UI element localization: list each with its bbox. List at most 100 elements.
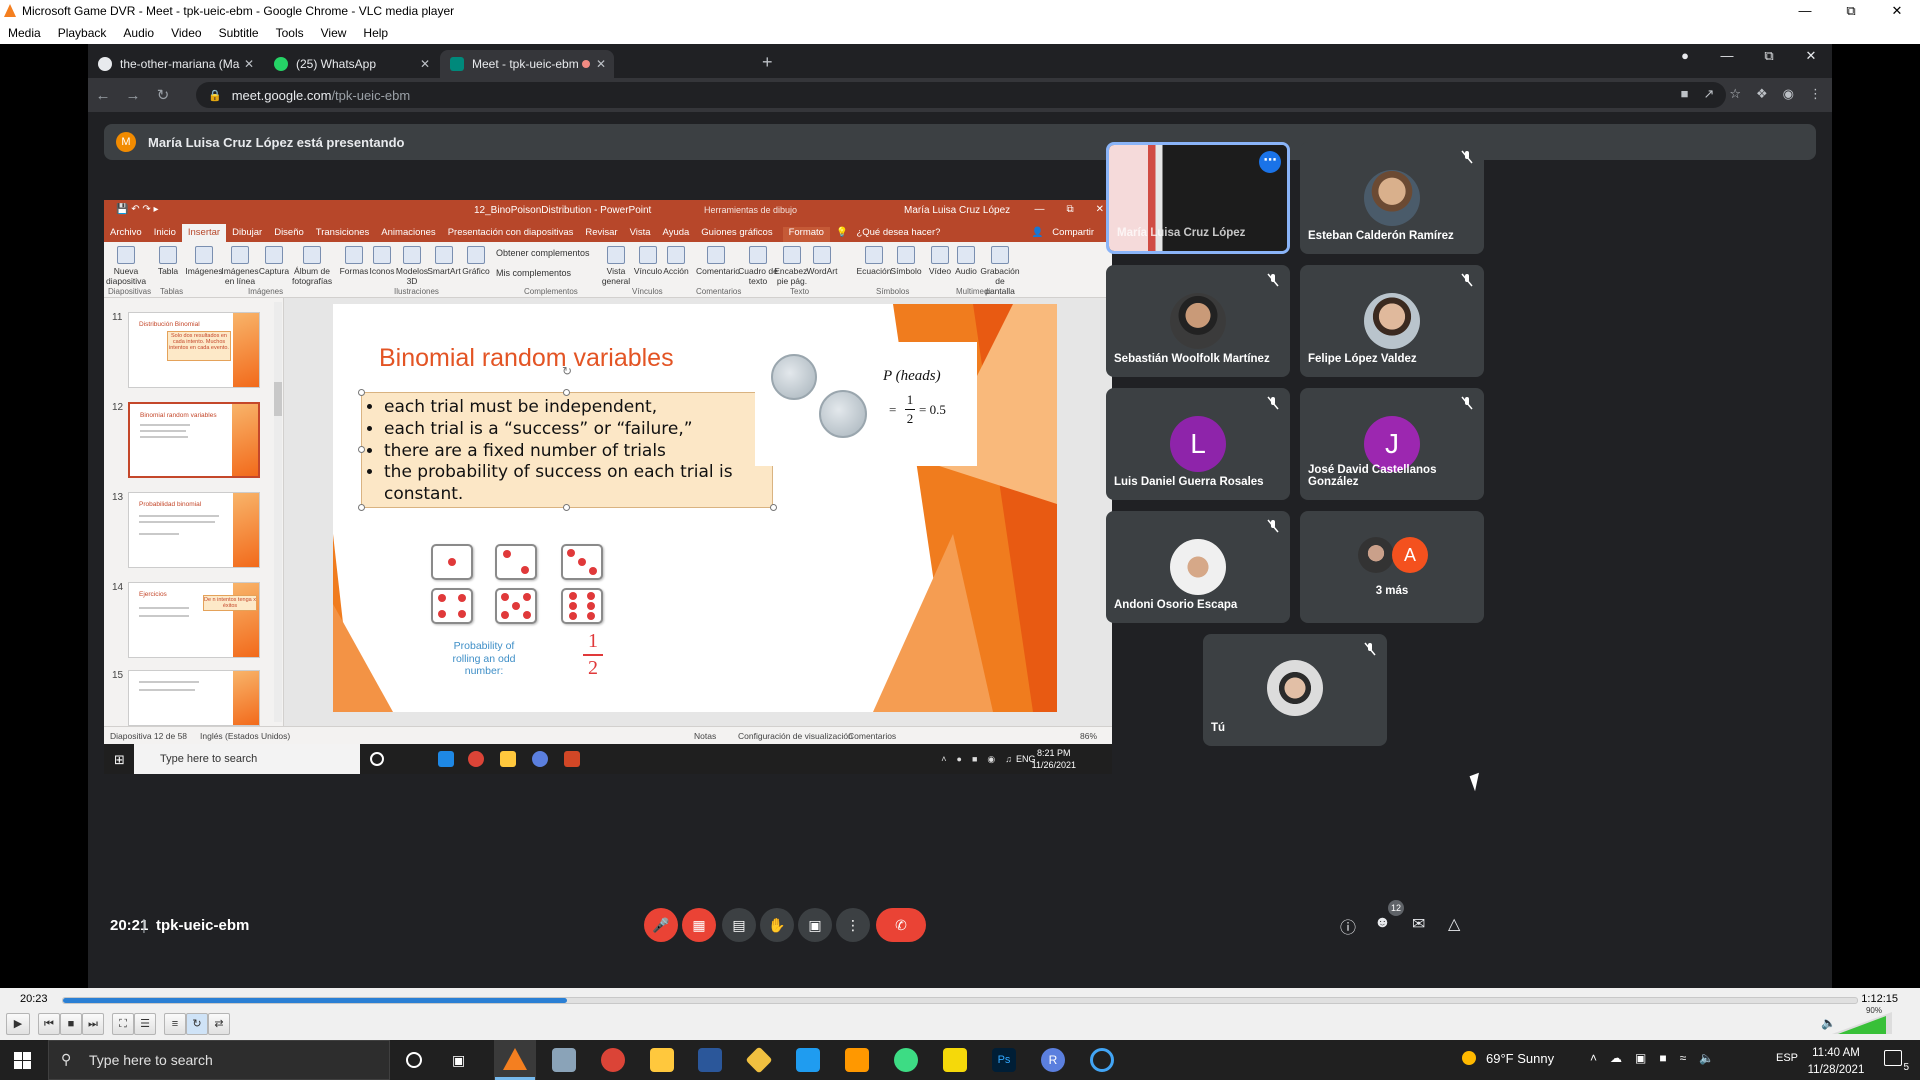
menu-icon[interactable]: ⋮ bbox=[1809, 86, 1822, 102]
file-explorer-icon[interactable] bbox=[650, 1048, 674, 1072]
powershell-icon[interactable] bbox=[698, 1048, 722, 1072]
more-options-icon[interactable]: ⋯ bbox=[1259, 151, 1281, 173]
raise-hand-button[interactable]: ✋ bbox=[760, 908, 794, 942]
system-tray-icons[interactable]: ˄☁▣■≈🔈 bbox=[1590, 1051, 1727, 1065]
ribbon-images[interactable]: Imágenes bbox=[184, 246, 224, 276]
slide-thumbnail-15[interactable] bbox=[128, 670, 260, 726]
ribbon-action[interactable]: Acción bbox=[656, 246, 696, 276]
close-icon[interactable]: ✕ bbox=[1790, 48, 1832, 64]
resize-handle[interactable] bbox=[358, 504, 365, 511]
slide-thumbnail-11[interactable]: Distribución Binomial Solo dos resultado… bbox=[128, 312, 260, 388]
ribbon-new-slide[interactable]: Nueva diapositiva bbox=[106, 246, 146, 286]
start-button[interactable] bbox=[14, 1052, 31, 1069]
share-icon[interactable]: ↗ bbox=[1703, 86, 1714, 102]
new-tab-icon[interactable]: + bbox=[762, 52, 773, 73]
taskbar-clock[interactable]: 11:40 AM 11/28/2021 bbox=[1806, 1045, 1866, 1080]
pp-tab-presentacion[interactable]: Presentación con diapositivas bbox=[442, 227, 580, 242]
fullscreen-button[interactable]: ⛶ bbox=[112, 1013, 134, 1035]
ribbon-my-addins[interactable]: Mis complementos bbox=[496, 268, 571, 278]
notification-center-icon[interactable]: 5 bbox=[1884, 1050, 1909, 1073]
next-button[interactable]: ⏭ bbox=[82, 1013, 104, 1035]
app-green-icon[interactable] bbox=[894, 1048, 918, 1072]
app-r-icon[interactable]: R bbox=[1041, 1048, 1065, 1072]
close-tab-icon[interactable]: ✕ bbox=[244, 57, 254, 71]
tab-search-icon[interactable]: ● bbox=[1664, 48, 1706, 64]
previous-button[interactable]: ⏮ bbox=[38, 1013, 60, 1035]
cortana-icon[interactable] bbox=[406, 1052, 422, 1068]
restore-icon[interactable]: ⧉ bbox=[1828, 0, 1874, 22]
menu-help[interactable]: Help bbox=[355, 26, 397, 40]
stop-button[interactable]: ■ bbox=[60, 1013, 82, 1035]
slide-thumbnail-13[interactable]: Probabilidad binomial bbox=[128, 492, 260, 568]
resize-handle[interactable] bbox=[770, 504, 777, 511]
app-yellow-icon[interactable] bbox=[943, 1048, 967, 1072]
extensions-icon[interactable]: ❖ bbox=[1756, 86, 1768, 102]
git-icon[interactable] bbox=[745, 1046, 773, 1074]
forward-icon[interactable]: → bbox=[118, 87, 148, 104]
pp-tab-insertar[interactable]: Insertar bbox=[181, 224, 227, 242]
participant-tile[interactable]: ⋯ María Luisa Cruz López bbox=[1106, 142, 1290, 254]
resize-handle[interactable] bbox=[563, 389, 570, 396]
menu-audio[interactable]: Audio bbox=[115, 26, 163, 40]
playlist-button[interactable]: ≡ bbox=[164, 1013, 186, 1035]
pp-tab-transiciones[interactable]: Transiciones bbox=[310, 227, 376, 242]
weather-widget[interactable]: 69°F Sunny bbox=[1462, 1051, 1554, 1066]
resize-handle[interactable] bbox=[358, 446, 365, 453]
participant-tile[interactable]: Sebastián Woolfolk Martínez bbox=[1106, 265, 1290, 377]
sublime-icon[interactable] bbox=[845, 1048, 869, 1072]
info-icon[interactable]: ⓘ bbox=[1340, 914, 1356, 938]
task-view-icon[interactable]: ▣ bbox=[452, 1052, 465, 1069]
slide-thumbnail-14[interactable]: Ejercicios De n intentos tenga x éxitos bbox=[128, 582, 260, 658]
tab-github[interactable]: the-other-mariana (Mariana Ával ✕ bbox=[88, 50, 262, 78]
close-tab-icon[interactable]: ✕ bbox=[420, 57, 430, 71]
volume-slider[interactable]: 90% bbox=[1832, 1006, 1892, 1034]
camera-toggle-button[interactable]: ▦ bbox=[682, 908, 716, 942]
participant-tile[interactable]: A 3 más bbox=[1300, 511, 1484, 623]
input-language[interactable]: ESP bbox=[1776, 1052, 1798, 1064]
bullet-textbox[interactable]: each trial must be independent, each tri… bbox=[361, 392, 773, 508]
menu-subtitle[interactable]: Subtitle bbox=[211, 26, 268, 40]
activities-icon[interactable]: △ bbox=[1448, 914, 1460, 934]
pp-tab-diseno[interactable]: Diseño bbox=[268, 227, 310, 242]
star-icon[interactable]: ☆ bbox=[1729, 86, 1741, 102]
thumbnail-scrollbar[interactable] bbox=[274, 302, 282, 722]
chat-icon[interactable]: ✉ bbox=[1412, 914, 1425, 934]
loop-button[interactable]: ↻ bbox=[186, 1013, 208, 1035]
status-language[interactable]: Inglés (Estados Unidos) bbox=[200, 731, 290, 741]
participant-tile[interactable]: Esteban Calderón Ramírez bbox=[1300, 142, 1484, 254]
present-button[interactable]: ▣ bbox=[798, 908, 832, 942]
pp-tab-archivo[interactable]: Archivo bbox=[104, 227, 148, 242]
ribbon-comment[interactable]: Comentario bbox=[696, 246, 740, 276]
minimize-icon[interactable]: — bbox=[1706, 48, 1748, 64]
play-button[interactable]: ▶ bbox=[6, 1013, 30, 1035]
slide-canvas[interactable]: Binomial random variables each trial mus… bbox=[333, 304, 1057, 712]
resize-handle[interactable] bbox=[358, 389, 365, 396]
tab-meet[interactable]: Meet - tpk-ueic-ebm ✕ bbox=[440, 50, 614, 78]
pp-tab-inicio[interactable]: Inicio bbox=[148, 227, 182, 242]
menu-tools[interactable]: Tools bbox=[268, 26, 313, 40]
app-icon[interactable] bbox=[552, 1048, 576, 1072]
address-bar[interactable]: 🔒 meet.google.com/tpk-ueic-ebm bbox=[196, 82, 1726, 108]
rotate-handle-icon[interactable]: ↻ bbox=[562, 364, 572, 378]
leave-call-button[interactable]: ✆ bbox=[876, 908, 926, 942]
shuffle-button[interactable]: ⇄ bbox=[208, 1013, 230, 1035]
people-icon[interactable]: ☻ bbox=[1374, 914, 1391, 932]
minimize-icon[interactable]: — bbox=[1034, 204, 1044, 215]
participant-tile[interactable]: J José David Castellanos González bbox=[1300, 388, 1484, 500]
pp-tab-animaciones[interactable]: Animaciones bbox=[375, 227, 441, 242]
vscode-icon[interactable] bbox=[796, 1048, 820, 1072]
pp-tab-revisar[interactable]: Revisar bbox=[579, 227, 623, 242]
reload-icon[interactable]: ↻ bbox=[148, 86, 178, 104]
taskbar-search[interactable]: ⚲ Type here to search bbox=[48, 1040, 390, 1080]
pp-tab-guiones[interactable]: Guiones gráficos bbox=[695, 227, 778, 242]
ribbon-chart[interactable]: Gráfico bbox=[456, 246, 496, 276]
back-icon[interactable]: ← bbox=[88, 87, 118, 104]
status-display-settings[interactable]: Configuración de visualización bbox=[738, 731, 853, 741]
menu-media[interactable]: Media bbox=[0, 26, 50, 40]
pp-share-button[interactable]: 👤 Compartir bbox=[1032, 227, 1100, 238]
restore-icon[interactable]: ⧉ bbox=[1748, 48, 1790, 64]
slide-thumbnail-12[interactable]: Binomial random variables bbox=[128, 402, 260, 478]
participant-tile[interactable]: Andoni Osorio Escapa bbox=[1106, 511, 1290, 623]
ribbon-album[interactable]: Álbum de fotografías bbox=[292, 246, 332, 286]
menu-video[interactable]: Video bbox=[163, 26, 210, 40]
